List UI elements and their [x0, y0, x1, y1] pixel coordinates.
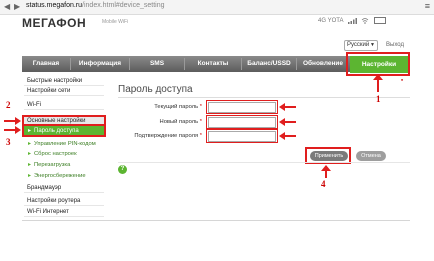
annotation-arrows	[4, 74, 383, 178]
arrow-up-icon	[373, 74, 383, 92]
arrow-right-icon	[4, 126, 21, 134]
arrow-left-icon	[279, 103, 296, 111]
arrow-up-icon	[321, 165, 331, 178]
arrow-left-icon	[279, 132, 296, 140]
arrow-right-icon	[4, 117, 21, 125]
arrow-left-icon	[279, 118, 296, 126]
